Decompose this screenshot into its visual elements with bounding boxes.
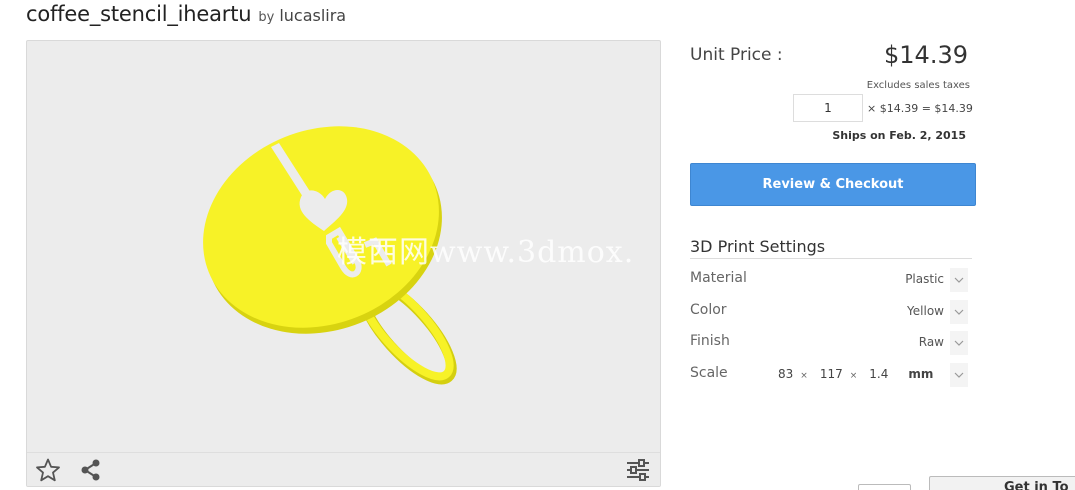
color-setting[interactable]: Color Yellow	[690, 300, 972, 328]
by-label: by	[258, 10, 275, 25]
share-icon[interactable]	[78, 457, 104, 483]
sliders-icon[interactable]	[625, 457, 651, 483]
star-icon[interactable]	[35, 457, 61, 483]
color-value: Yellow	[907, 304, 944, 318]
finish-label: Finish	[690, 333, 730, 349]
product-title: coffee_stencil_iheartu	[26, 2, 252, 26]
add-to-cart-button[interactable]: Get in To	[929, 476, 1075, 490]
model-viewer[interactable]: 模西网www.3dmox.	[26, 40, 661, 487]
quantity-row: × $14.39 = $14.39	[793, 94, 973, 122]
quantity-box-partial[interactable]	[858, 484, 911, 490]
scale-setting: Scale 83 × 117 × 1.4 mm	[690, 363, 972, 391]
product-header: coffee_stencil_iheartu by lucaslira	[26, 2, 346, 26]
ship-date: Ships on Feb. 2, 2015	[832, 129, 966, 142]
material-value: Plastic	[905, 272, 944, 286]
unit-price-label: Unit Price :	[690, 45, 783, 65]
unit-price-row: Unit Price : $14.39	[690, 40, 968, 76]
review-checkout-button[interactable]: Review & Checkout	[690, 163, 976, 206]
price-calculation: × $14.39 = $14.39	[867, 101, 973, 115]
print-settings-title: 3D Print Settings	[690, 237, 826, 256]
watermark-text: 模西网www.3dmox.	[337, 235, 635, 270]
times-sign: ×	[800, 371, 808, 381]
unit-price-value: $14.39	[884, 41, 968, 69]
chevron-down-icon[interactable]	[950, 363, 968, 387]
chevron-down-icon[interactable]	[950, 300, 968, 324]
chevron-down-icon[interactable]	[950, 331, 968, 355]
color-label: Color	[690, 302, 727, 318]
scale-label: Scale	[690, 365, 728, 381]
viewer-toolbar	[27, 452, 660, 486]
finish-setting[interactable]: Finish Raw	[690, 331, 972, 359]
divider	[690, 258, 972, 259]
tax-note: Excludes sales taxes	[866, 80, 970, 91]
quantity-input[interactable]	[793, 94, 863, 122]
scale-z-input[interactable]: 1.4	[869, 367, 888, 381]
chevron-down-icon[interactable]	[950, 268, 968, 292]
finish-value: Raw	[918, 335, 944, 349]
scale-unit-select[interactable]: mm	[908, 367, 933, 381]
author-link[interactable]: lucaslira	[279, 6, 346, 25]
scale-x-input[interactable]: 83	[778, 367, 793, 381]
material-setting[interactable]: Material Plastic	[690, 268, 972, 296]
times-sign: ×	[849, 371, 858, 381]
scale-dimensions: 83 × 117 × 1.4 mm	[778, 367, 933, 381]
scale-y-input[interactable]: 117	[820, 367, 843, 381]
material-label: Material	[690, 270, 747, 286]
